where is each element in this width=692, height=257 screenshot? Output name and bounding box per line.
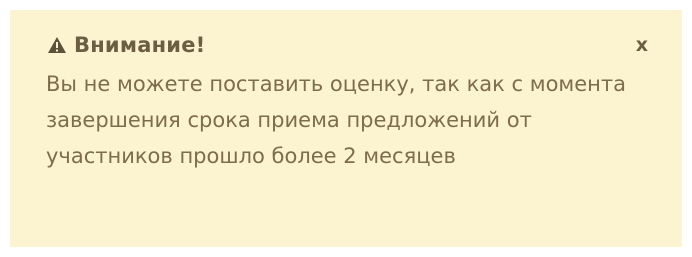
alert-title-wrap: Внимание!: [46, 33, 205, 57]
alert-title: Внимание!: [74, 33, 206, 57]
close-button[interactable]: x: [630, 35, 654, 55]
alert-header: Внимание! x: [46, 28, 664, 62]
alert-message: Вы не можете поставить оценку, так как с…: [46, 72, 627, 168]
warning-triangle-icon: [46, 34, 68, 56]
warning-alert: Внимание! x Вы не можете поставить оценк…: [10, 10, 682, 247]
